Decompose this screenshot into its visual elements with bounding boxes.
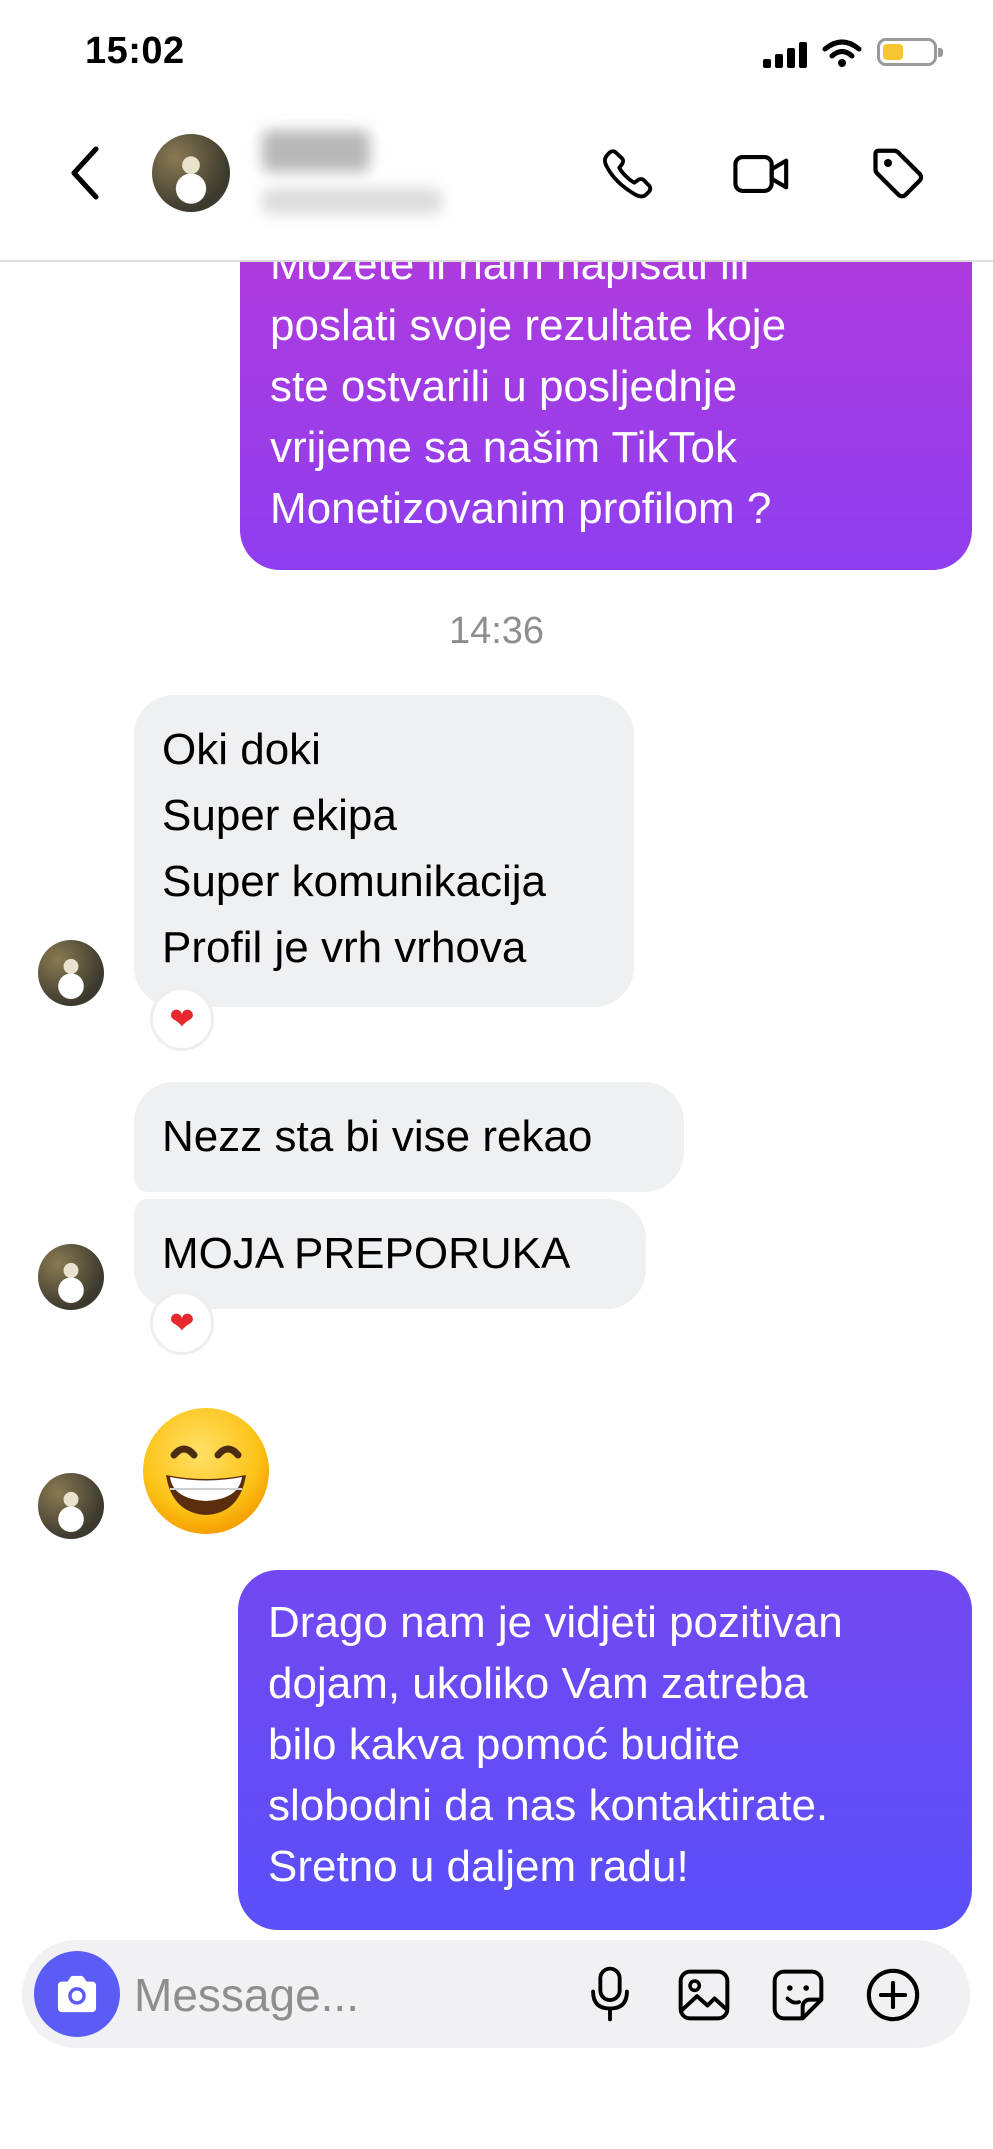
sender-avatar — [38, 1244, 104, 1310]
incoming-message[interactable]: Nezz sta bi vise rekao — [134, 1082, 684, 1192]
heart-icon[interactable]: ❤ — [150, 1291, 214, 1355]
wifi-icon — [822, 39, 862, 67]
back-chevron-icon[interactable] — [66, 144, 106, 202]
video-camera-icon[interactable] — [730, 145, 794, 203]
cellular-signal-icon — [763, 42, 807, 68]
incoming-message[interactable]: Oki doki Super ekipa Super komunikacija … — [134, 695, 634, 1007]
phone-icon[interactable] — [599, 145, 657, 203]
status-time: 15:02 — [85, 30, 185, 72]
message-timestamp: 14:36 — [448, 610, 545, 652]
microphone-icon[interactable] — [588, 1965, 632, 2023]
chat-header — [0, 100, 993, 262]
heart-icon[interactable]: ❤ — [150, 987, 214, 1051]
plus-circle-icon[interactable] — [864, 1966, 922, 2024]
battery-icon — [877, 38, 943, 66]
incoming-message[interactable]: MOJA PREPORUKA — [134, 1199, 646, 1309]
outgoing-message[interactable]: Možete li nam napisati ili poslati svoje… — [240, 262, 972, 570]
gallery-icon[interactable] — [676, 1967, 732, 2023]
sender-avatar — [38, 1473, 104, 1539]
tag-icon[interactable] — [868, 143, 928, 203]
home-indicator-area — [0, 2070, 993, 2149]
contact-avatar[interactable] — [152, 134, 230, 212]
camera-icon — [57, 1975, 97, 2013]
sticker-icon[interactable] — [770, 1967, 826, 2023]
message-input[interactable] — [132, 1940, 566, 2050]
sender-avatar — [38, 940, 104, 1006]
camera-button[interactable] — [34, 1951, 120, 2037]
message-composer — [22, 1940, 970, 2050]
outgoing-message[interactable]: Drago nam je vidjeti pozitivan dojam, uk… — [238, 1570, 972, 1930]
grinning-face-emoji[interactable] — [140, 1405, 272, 1537]
